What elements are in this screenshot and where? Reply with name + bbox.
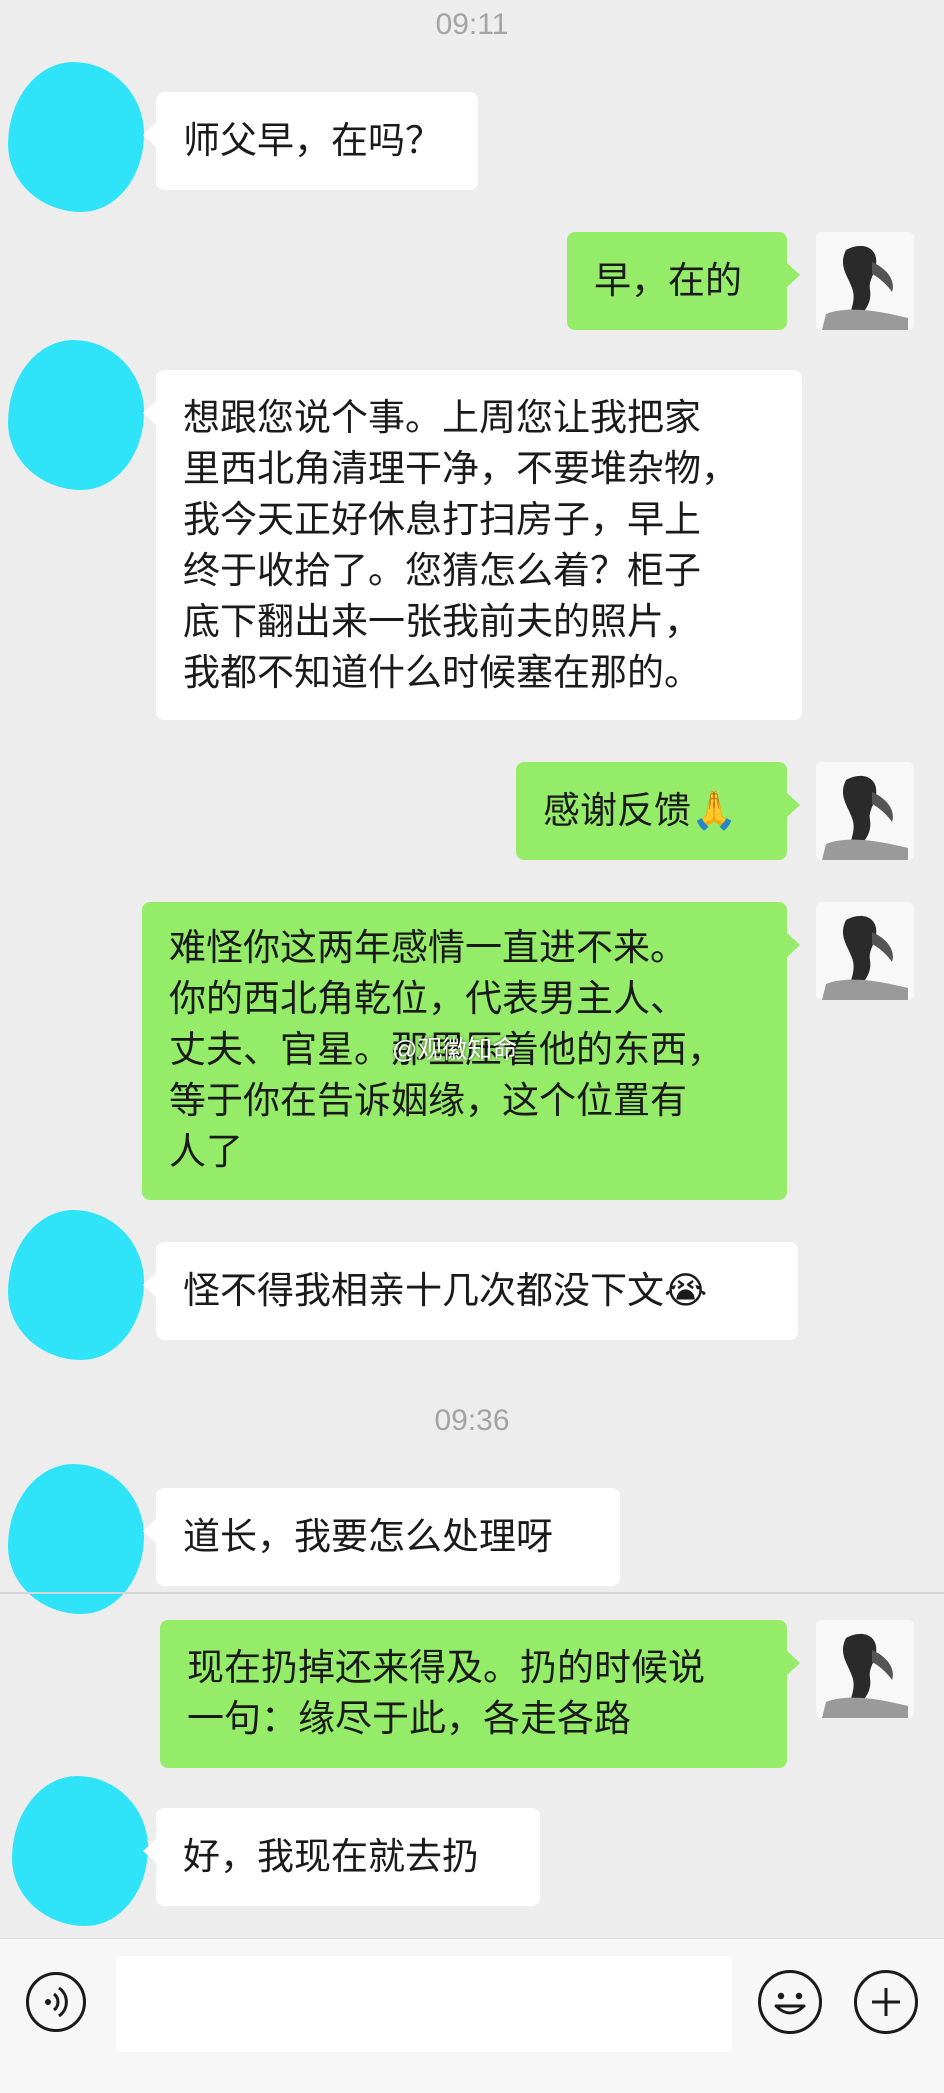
ink-painting-icon (816, 232, 914, 330)
voice-icon[interactable] (26, 1972, 86, 2032)
message-bubble-outgoing[interactable]: 早，在的 (567, 232, 800, 330)
avatar[interactable] (8, 340, 144, 490)
avatar[interactable] (816, 232, 914, 330)
divider (0, 1592, 944, 1594)
avatar[interactable] (8, 62, 144, 212)
timestamp: 09:36 (434, 1404, 510, 1437)
message-bubble-incoming[interactable]: 怪不得我相亲十几次都没下文😭 (143, 1242, 798, 1340)
ink-painting-icon (816, 762, 914, 860)
emoji-icon[interactable] (758, 1970, 822, 2034)
avatar[interactable] (816, 902, 914, 1000)
timestamp: 09:11 (435, 8, 509, 41)
ink-painting-icon (816, 1620, 914, 1718)
message-bubble-incoming[interactable]: 想跟您说个事。上周您让我把家 里西北角清理干净，不要堆杂物， 我今天正好休息打扫… (143, 370, 802, 720)
message-input[interactable] (116, 1956, 732, 2052)
avatar[interactable] (816, 1620, 914, 1718)
ink-painting-icon (816, 902, 914, 1000)
message-bubble-incoming[interactable]: 道长，我要怎么处理呀 (143, 1488, 620, 1586)
message-bubble-outgoing[interactable]: 感谢反馈🙏 (516, 762, 800, 860)
watermark: @观徽知命 (392, 1036, 518, 1064)
message-bubble-outgoing[interactable]: 现在扔掉还来得及。扔的时候说 一句：缘尽于此，各走各路 (160, 1620, 800, 1768)
plus-icon[interactable] (854, 1970, 918, 2034)
message-bubble-incoming[interactable]: 好，我现在就去扔 (143, 1808, 540, 1906)
avatar[interactable] (8, 1210, 144, 1360)
avatar[interactable] (816, 762, 914, 860)
message-bubble-incoming[interactable]: 师父早，在吗？ (143, 92, 478, 190)
avatar[interactable] (12, 1776, 148, 1926)
